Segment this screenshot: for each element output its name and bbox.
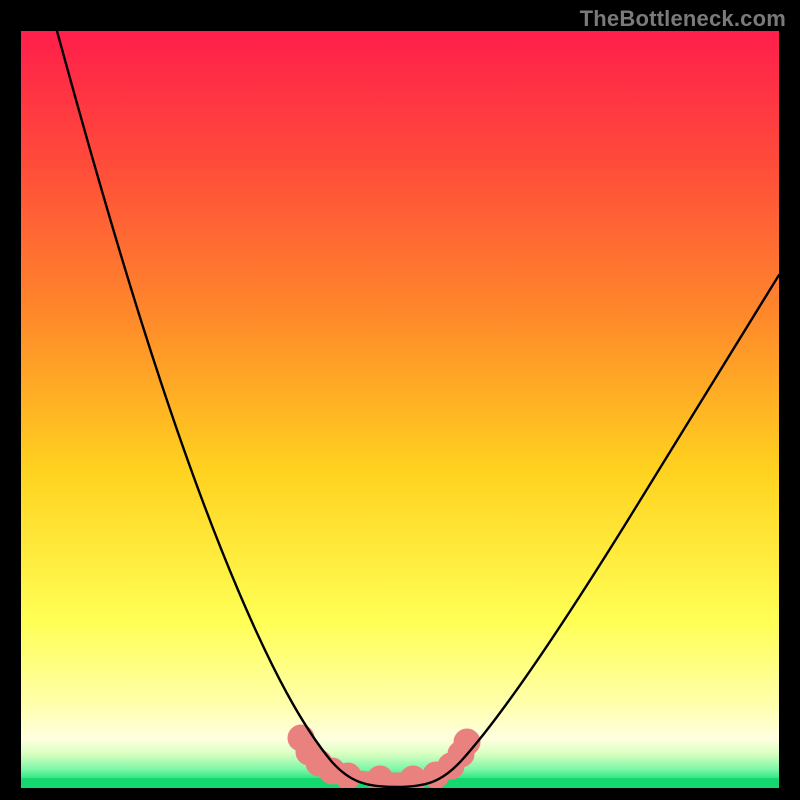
watermark-text: TheBottleneck.com [580, 6, 786, 32]
chart-stage: TheBottleneck.com [0, 0, 800, 800]
plot-gradient [21, 31, 779, 788]
chart-svg [0, 0, 800, 800]
